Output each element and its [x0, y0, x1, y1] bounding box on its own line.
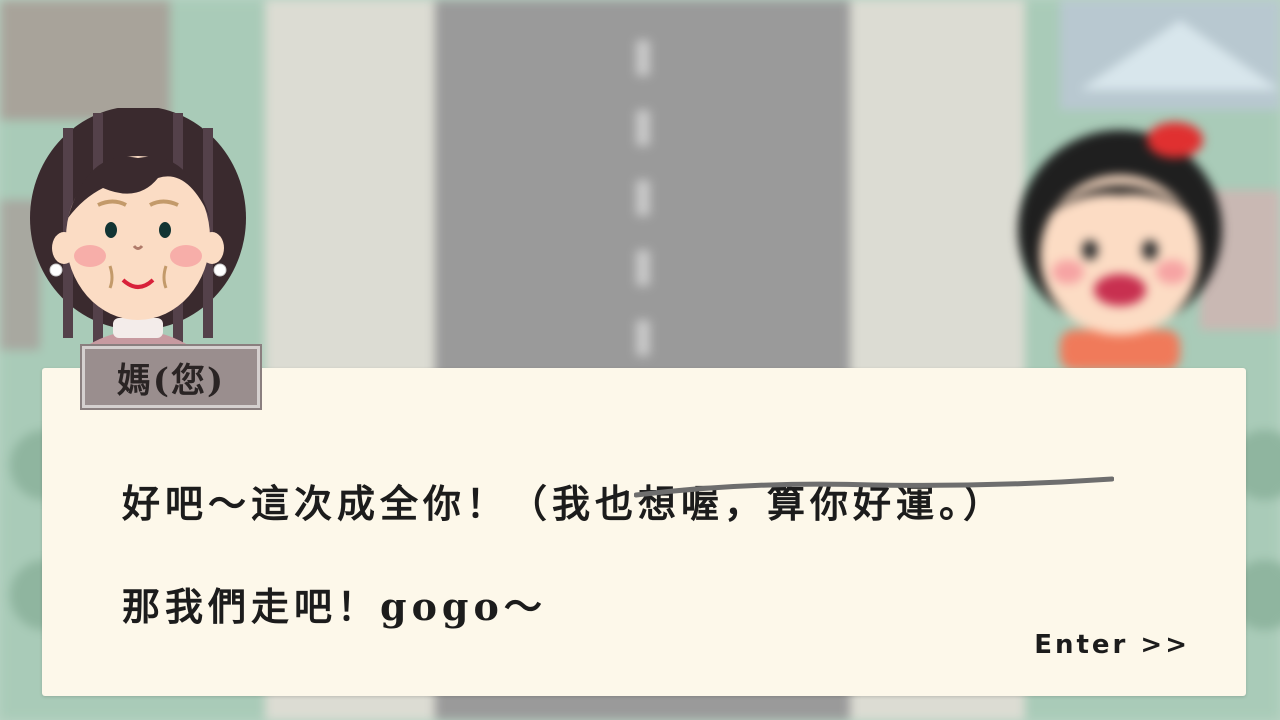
- girl-avatar: [1018, 122, 1222, 370]
- mom-avatar: [30, 108, 246, 348]
- game-stage: 好吧～這次成全你！（我也想喔，算你好運。） 那我們走吧！gogo～ Enter …: [0, 0, 1280, 720]
- dialog-line-2: 那我們走吧！gogo～: [122, 584, 547, 629]
- strikethrough-scribble: [634, 476, 1114, 498]
- dialog-line-1-text: 好吧～這次成全你！（: [122, 481, 553, 526]
- speaker-nameplate: 媽(您): [80, 344, 262, 410]
- speaker-name: 媽(您): [116, 360, 226, 401]
- dialog-box[interactable]: 好吧～這次成全你！（我也想喔，算你好運。） 那我們走吧！gogo～ Enter …: [42, 368, 1246, 696]
- advance-button[interactable]: Enter >>: [1034, 630, 1190, 660]
